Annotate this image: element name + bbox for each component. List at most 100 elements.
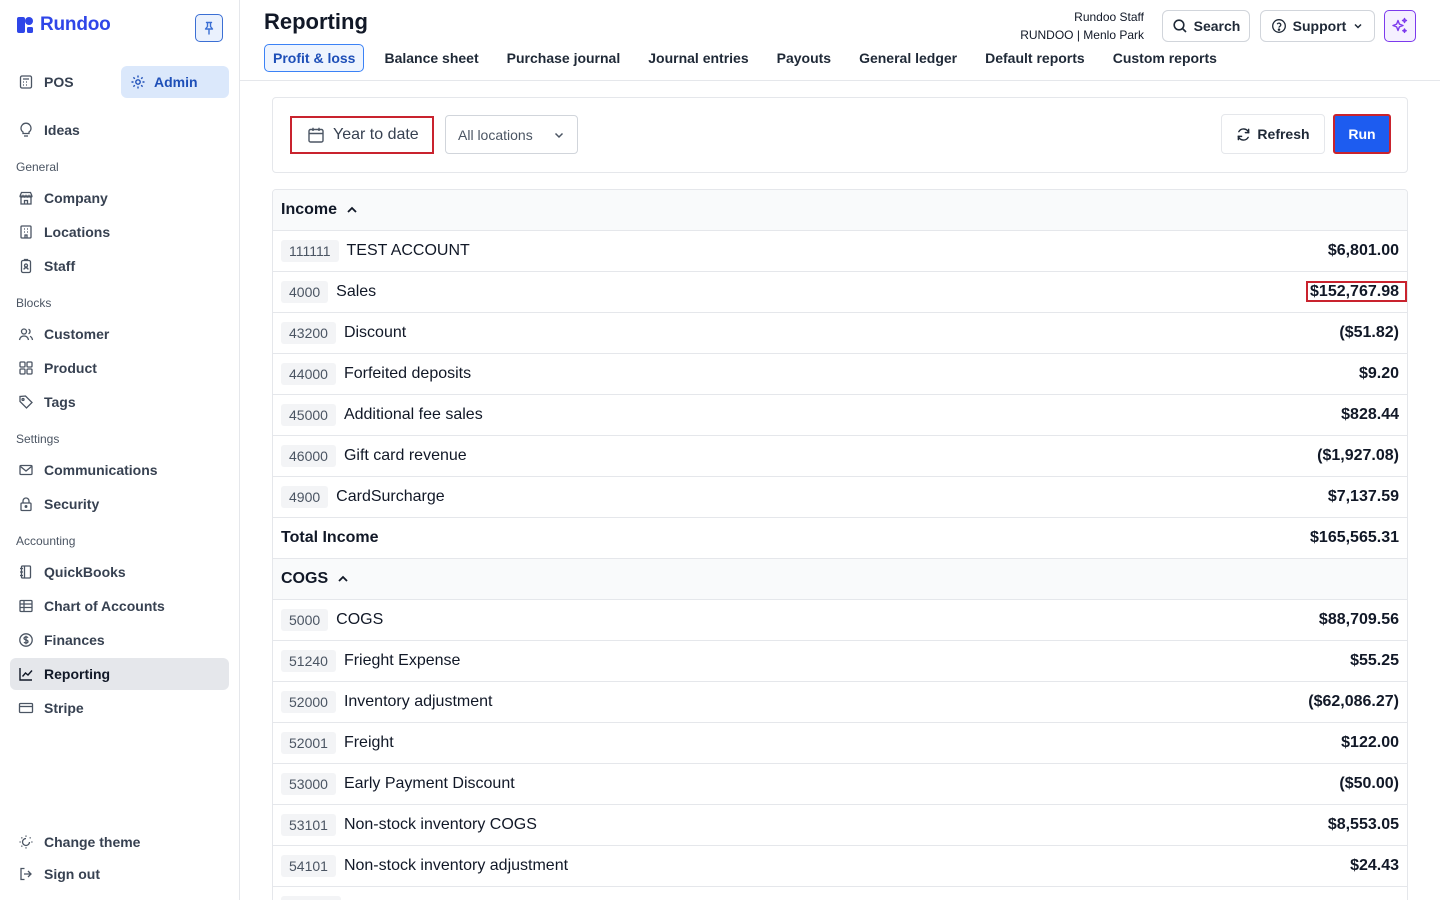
lock-icon <box>18 496 34 512</box>
cogs-section-header[interactable]: COGS <box>273 559 1407 600</box>
account-code: 52000 <box>281 691 336 713</box>
table-row[interactable]: 4900 CardSurcharge $7,137.59 <box>273 477 1407 518</box>
table-row[interactable]: 111111 TEST ACCOUNT $6,801.00 <box>273 231 1407 272</box>
table-row[interactable]: 45000 Additional fee sales $828.44 <box>273 395 1407 436</box>
account-name: Inventory adjustment <box>343 693 493 710</box>
account-code: 53101 <box>281 814 336 836</box>
sidebar-item-customer[interactable]: Customer <box>10 318 229 350</box>
search-label: Search <box>1193 18 1241 34</box>
table-row[interactable]: 52000 Inventory adjustment ($62,086.27) <box>273 682 1407 723</box>
income-section-header[interactable]: Income <box>273 190 1407 231</box>
chevron-up-icon[interactable] <box>345 203 359 217</box>
account-amount: $55.25 <box>1350 652 1399 669</box>
section-label-settings: Settings <box>16 432 60 446</box>
chevron-down-icon <box>1354 23 1362 29</box>
notebook-icon <box>18 564 34 580</box>
table-row[interactable]: 44000 Forfeited deposits $9.20 <box>273 354 1407 395</box>
user-info[interactable]: Rundoo Staff RUNDOO | Menlo Park <box>1020 8 1144 44</box>
account-code: 51240 <box>281 650 336 672</box>
sidebar-item-staff[interactable]: Staff <box>10 250 229 282</box>
account-amount: ($62,086.27) <box>1308 693 1399 710</box>
sidebar-item-product[interactable]: Product <box>10 352 229 384</box>
sidebar-item-label: Tags <box>44 394 76 410</box>
rundoo-logo-icon <box>17 17 33 33</box>
table-row[interactable]: 51240 Frieght Expense $55.25 <box>273 641 1407 682</box>
id-badge-icon <box>18 258 34 274</box>
tag-icon <box>18 394 34 410</box>
sidebar-item-chart-of-accounts[interactable]: Chart of Accounts <box>10 590 229 622</box>
account-code: 45000 <box>281 404 336 426</box>
account-name: COGS <box>336 611 384 628</box>
sidebar-item-reporting[interactable]: Reporting <box>10 658 229 690</box>
sidebar-item-finances[interactable]: Finances <box>10 624 229 656</box>
table-row[interactable]: 54101 Non-stock inventory adjustment $24… <box>273 846 1407 887</box>
account-name: TEST ACCOUNT <box>346 242 470 259</box>
table-row[interactable]: 52001 Freight $122.00 <box>273 723 1407 764</box>
account-name: CardSurcharge <box>336 488 445 505</box>
support-label: Support <box>1292 18 1347 34</box>
sidebar-item-communications[interactable]: Communications <box>10 454 229 486</box>
sidebar-item-ideas[interactable]: Ideas <box>10 114 229 146</box>
sidebar-item-tags[interactable]: Tags <box>10 386 229 418</box>
help-circle-icon <box>1271 19 1286 33</box>
account-name: Additional fee sales <box>343 406 483 423</box>
credit-card-icon <box>18 700 34 716</box>
building-icon <box>18 224 34 240</box>
table-row[interactable]: 4000 Sales $152,767.98 <box>273 272 1407 313</box>
account-code: 44000 <box>281 363 336 385</box>
account-name: Non-stock inventory COGS <box>343 816 537 833</box>
table-row[interactable]: 43200 Discount ($51.82) <box>273 313 1407 354</box>
table-row[interactable]: 53000 Early Payment Discount ($50.00) <box>273 764 1407 805</box>
change-theme-button[interactable]: Change theme <box>10 826 229 858</box>
sidebar-item-label: Product <box>44 360 97 376</box>
search-button[interactable]: Search <box>1162 10 1250 42</box>
table-row[interactable] <box>273 887 1407 900</box>
tab-default-reports[interactable]: Default reports <box>985 44 1085 72</box>
account-code: 4000 <box>281 281 329 303</box>
app-logo[interactable]: Rundoo <box>16 14 111 36</box>
sidebar-item-stripe[interactable]: Stripe <box>10 692 229 724</box>
sidebar-item-security[interactable]: Security <box>10 488 229 520</box>
sidebar-item-company[interactable]: Company <box>10 182 229 214</box>
tab-profit-and-loss[interactable]: Profit & loss <box>264 44 365 72</box>
account-code: 43200 <box>281 322 336 344</box>
table-row[interactable]: 5000 COGS $88,709.56 <box>273 600 1407 641</box>
account-code: 53000 <box>281 773 336 795</box>
account-name: Forfeited deposits <box>343 365 472 382</box>
search-icon <box>1173 19 1187 33</box>
account-amount: $24.43 <box>1350 857 1399 874</box>
tab-journal-entries[interactable]: Journal entries <box>648 44 748 72</box>
register-icon <box>19 75 33 89</box>
refresh-icon <box>1238 127 1250 141</box>
pin-sidebar-button[interactable] <box>195 14 223 42</box>
grid-icon <box>18 360 34 376</box>
support-button[interactable]: Support <box>1260 10 1375 42</box>
tab-balance-sheet[interactable]: Balance sheet <box>384 44 478 72</box>
account-name: Freight <box>343 734 394 751</box>
run-report-button[interactable]: Run <box>1333 114 1391 154</box>
tab-custom-reports[interactable]: Custom reports <box>1113 44 1217 72</box>
sidebar-item-quickbooks[interactable]: QuickBooks <box>10 556 229 588</box>
account-code: 54101 <box>281 855 336 877</box>
refresh-button[interactable]: Refresh <box>1221 114 1325 154</box>
sidebar: Rundoo POS Admin Ideas General Company L… <box>0 0 240 900</box>
location-select[interactable]: All locations <box>445 115 578 154</box>
date-range-label: Year to date <box>333 126 419 143</box>
sidebar-item-label: Staff <box>44 258 76 274</box>
report-tabs: Profit & loss Balance sheet Purchase jou… <box>264 44 1245 72</box>
sidebar-item-locations[interactable]: Locations <box>10 216 229 248</box>
sparkles-icon <box>1392 17 1408 34</box>
tab-general-ledger[interactable]: General ledger <box>859 44 957 72</box>
sign-out-button[interactable]: Sign out <box>10 858 229 890</box>
ai-assistant-button[interactable] <box>1384 10 1416 42</box>
table-row[interactable]: 46000 Gift card revenue ($1,927.08) <box>273 436 1407 477</box>
tab-purchase-journal[interactable]: Purchase journal <box>507 44 621 72</box>
section-label-blocks: Blocks <box>16 296 52 310</box>
table-row[interactable]: 53101 Non-stock inventory COGS $8,553.05 <box>273 805 1407 846</box>
pos-mode-button[interactable]: POS <box>18 66 74 98</box>
admin-mode-button[interactable]: Admin <box>121 66 229 98</box>
sidebar-item-label: Ideas <box>44 122 80 138</box>
date-range-picker[interactable]: Year to date <box>290 116 434 154</box>
chevron-up-icon[interactable] <box>336 572 350 586</box>
tab-payouts[interactable]: Payouts <box>777 44 831 72</box>
